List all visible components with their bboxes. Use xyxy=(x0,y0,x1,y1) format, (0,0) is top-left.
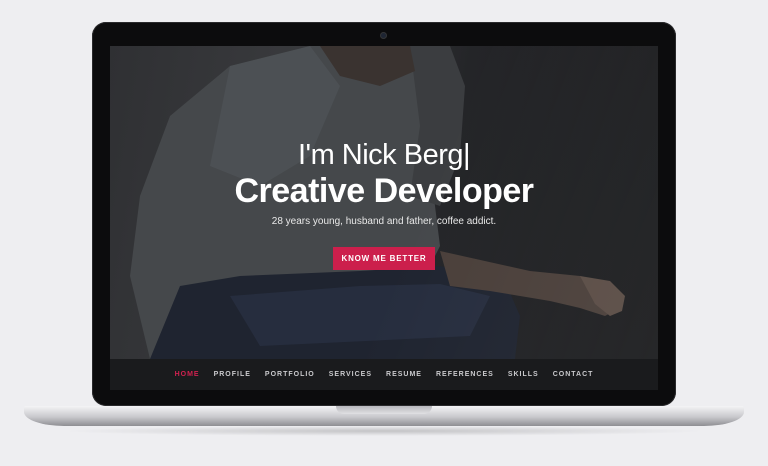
know-me-better-button[interactable]: KNOW ME BETTER xyxy=(332,247,436,270)
hero-subtitle: 28 years young, husband and father, coff… xyxy=(271,216,497,227)
laptop-notch xyxy=(336,406,432,414)
hero-section: I'm Nick Berg| Creative Developer 28 yea… xyxy=(110,46,658,359)
nav-item-contact[interactable]: CONTACT xyxy=(553,371,594,378)
typing-cursor: | xyxy=(462,139,471,171)
nav-item-resume[interactable]: RESUME xyxy=(386,371,422,378)
hero-intro: I'm Nick Berg xyxy=(297,139,464,171)
nav-item-skills[interactable]: SKILLS xyxy=(508,371,539,378)
nav-item-profile[interactable]: PROFILE xyxy=(214,371,251,378)
nav-item-services[interactable]: SERVICES xyxy=(329,371,372,378)
nav-item-home[interactable]: HOME xyxy=(175,371,200,378)
nav-item-portfolio[interactable]: PORTFOLIO xyxy=(265,371,315,378)
webcam-icon xyxy=(380,32,387,39)
laptop-shadow xyxy=(60,426,708,436)
laptop-base xyxy=(24,406,744,426)
hero-title: Creative Developer xyxy=(234,172,534,210)
laptop-lid: I'm Nick Berg| Creative Developer 28 yea… xyxy=(92,22,676,406)
laptop-screen: I'm Nick Berg| Creative Developer 28 yea… xyxy=(110,46,658,390)
hero-text: I'm Nick Berg| Creative Developer 28 yea… xyxy=(110,138,658,270)
main-nav: HOME PROFILE PORTFOLIO SERVICES RESUME R… xyxy=(110,359,658,390)
nav-item-references[interactable]: REFERENCES xyxy=(436,371,494,378)
hero-intro-line: I'm Nick Berg| xyxy=(110,138,658,172)
